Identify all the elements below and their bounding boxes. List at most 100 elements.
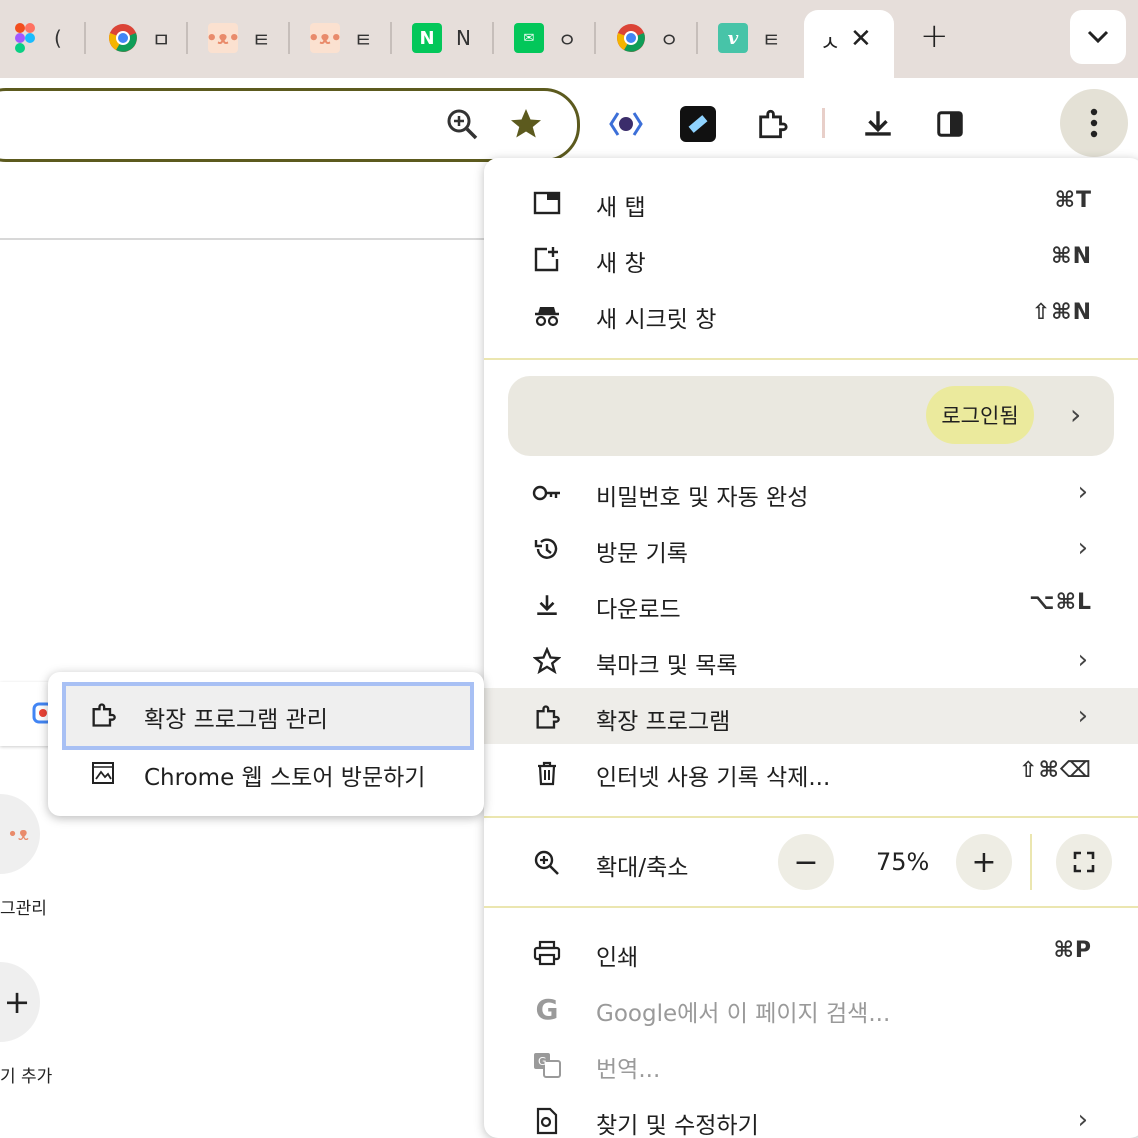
close-tab-icon[interactable]: ✕: [850, 24, 872, 54]
zoom-level: 75%: [876, 848, 930, 876]
tab-title: ㅌ: [762, 27, 781, 52]
toolbar-divider: [822, 108, 825, 138]
menu-shortcut: ⇧⌘⌫: [1019, 758, 1092, 783]
chevron-right-icon: ›: [1077, 701, 1088, 731]
tab-search-button[interactable]: [1070, 10, 1126, 64]
active-tab-title: ㅅ: [820, 32, 841, 57]
fullscreen-button[interactable]: [1056, 834, 1112, 890]
chevron-right-icon: ›: [1070, 398, 1082, 431]
tab-separator: [696, 22, 698, 54]
menu-item-label: 찾기 및 수정하기: [596, 1113, 759, 1138]
add-shortcut-button[interactable]: +: [0, 962, 40, 1042]
bookmark-star-icon[interactable]: [506, 104, 546, 144]
menu-item-label: 북마크 및 목록: [596, 653, 738, 679]
history-icon: [532, 534, 562, 564]
tab-title: (: [54, 26, 62, 50]
menu-item-label: 방문 기록: [596, 541, 688, 567]
chevron-right-icon: ›: [1077, 477, 1088, 507]
tab-chrome[interactable]: ㅁ: [108, 14, 170, 62]
menu-item-extensions[interactable]: 확장 프로그램 ›: [484, 688, 1138, 744]
submenu-item-manage-extensions[interactable]: 확장 프로그램 관리: [48, 686, 484, 744]
extension-icon: [88, 700, 118, 730]
new-tab-button[interactable]: +: [920, 16, 949, 56]
new-tab-icon: [532, 188, 562, 218]
download-icon: [532, 590, 562, 620]
tab-cat[interactable]: •ᴥ• ㅌ: [206, 14, 271, 62]
zoom-in-icon: [532, 848, 562, 878]
chevron-right-icon: ›: [1077, 645, 1088, 675]
menu-item-label: 확장 프로그램: [596, 709, 731, 735]
menu-item-label: Google에서 이 페이지 검색...: [596, 1001, 891, 1027]
tab-title: ㅇ: [558, 27, 577, 52]
zoom-page-icon[interactable]: [444, 106, 480, 142]
menu-item-bookmarks[interactable]: 북마크 및 목록 ›: [484, 632, 1138, 688]
menu-item-incognito[interactable]: 새 시크릿 창 ⇧⌘N: [484, 286, 1138, 342]
menu-item-label: 새 탭: [596, 195, 646, 221]
tab-separator: [186, 22, 188, 54]
tab-cat-2[interactable]: •ᴥ• ㅌ: [308, 14, 373, 62]
menu-item-new-tab[interactable]: 새 탭 ⌘T: [484, 174, 1138, 230]
zoom-in-button[interactable]: +: [956, 834, 1012, 890]
menu-item-label: 비밀번호 및 자동 완성: [596, 485, 809, 511]
tab-separator: [594, 22, 596, 54]
tab-title: ㅌ: [354, 27, 373, 52]
menu-item-passwords[interactable]: 비밀번호 및 자동 완성 ›: [484, 464, 1138, 520]
plus-icon: +: [3, 983, 31, 1021]
shortcut-tile-cat[interactable]: •ᴥ: [0, 794, 40, 874]
menu-shortcut: ⌘P: [1053, 938, 1092, 963]
menu-item-new-window[interactable]: 새 창 ⌘N: [484, 230, 1138, 286]
menu-item-downloads[interactable]: 다운로드 ⌥⌘L: [484, 576, 1138, 632]
tab-separator: [390, 22, 392, 54]
menu-item-print[interactable]: 인쇄 ⌘P: [484, 924, 1138, 980]
tab-title: ㅌ: [252, 27, 271, 52]
menu-item-history[interactable]: 방문 기록 ›: [484, 520, 1138, 576]
dev-extension-icon[interactable]: [606, 104, 646, 144]
signed-in-badge: 로그인됨: [926, 386, 1034, 444]
tab-naver-mail[interactable]: ✉ ㅇ: [514, 14, 576, 62]
menu-item-search-google[interactable]: G Google에서 이 페이지 검색...: [484, 980, 1138, 1036]
menu-divider: [484, 358, 1138, 360]
trash-icon: [532, 758, 562, 788]
cat-avatar-icon: •ᴥ: [7, 823, 29, 845]
submenu-item-label: 확장 프로그램 관리: [144, 707, 328, 733]
menu-divider: [484, 816, 1138, 818]
incognito-icon: [532, 300, 562, 330]
tab-separator: [288, 22, 290, 54]
menu-shortcut: ⌘N: [1051, 244, 1092, 269]
google-icon: G: [535, 992, 559, 1026]
download-icon[interactable]: [858, 104, 898, 144]
extensions-puzzle-icon[interactable]: [752, 104, 792, 144]
side-panel-icon[interactable]: [932, 106, 968, 142]
naver-mail-icon: ✉: [514, 23, 544, 53]
tab-chrome-2[interactable]: ㅇ: [616, 14, 678, 62]
find-icon: [532, 1106, 562, 1136]
svg-text:G: G: [538, 1055, 547, 1068]
profile-row[interactable]: 로그인됨 ›: [508, 376, 1114, 456]
tab-title: ㅁ: [152, 27, 171, 52]
menu-item-find-edit[interactable]: 찾기 및 수정하기 ›: [484, 1092, 1138, 1138]
menu-item-clear-data[interactable]: 인터넷 사용 기록 삭제... ⇧⌘⌫: [484, 744, 1138, 800]
menu-shortcut: ⇧⌘N: [1031, 300, 1092, 325]
address-bar[interactable]: [0, 88, 580, 162]
menu-item-label: 인터넷 사용 기록 삭제...: [596, 765, 831, 791]
menu-item-translate[interactable]: G 번역...: [484, 1036, 1138, 1092]
tab-vimeo[interactable]: v ㅌ: [718, 14, 780, 62]
figma-icon: [10, 23, 40, 53]
extensions-submenu: 확장 프로그램 관리 Chrome 웹 스토어 방문하기: [48, 672, 484, 816]
submenu-item-web-store[interactable]: Chrome 웹 스토어 방문하기: [48, 744, 484, 802]
naver-icon: N: [412, 23, 442, 53]
tab-naver[interactable]: N N: [412, 14, 471, 62]
active-tab[interactable]: ㅅ ✕: [804, 10, 894, 78]
ruler-extension-icon[interactable]: [680, 106, 716, 142]
tab-figma[interactable]: (: [10, 14, 62, 62]
chrome-menu-button[interactable]: [1060, 89, 1128, 157]
chevron-down-icon: [1087, 30, 1109, 44]
menu-shortcut: ⌘T: [1054, 188, 1092, 213]
chrome-icon: [108, 23, 138, 53]
menu-item-label: 인쇄: [596, 945, 639, 971]
key-icon: [532, 478, 562, 508]
menu-shortcut: ⌥⌘L: [1029, 590, 1092, 615]
cat-avatar-icon: •ᴥ•: [206, 23, 240, 53]
shortcut-label: 그관리: [0, 899, 47, 919]
zoom-out-button[interactable]: −: [778, 834, 834, 890]
